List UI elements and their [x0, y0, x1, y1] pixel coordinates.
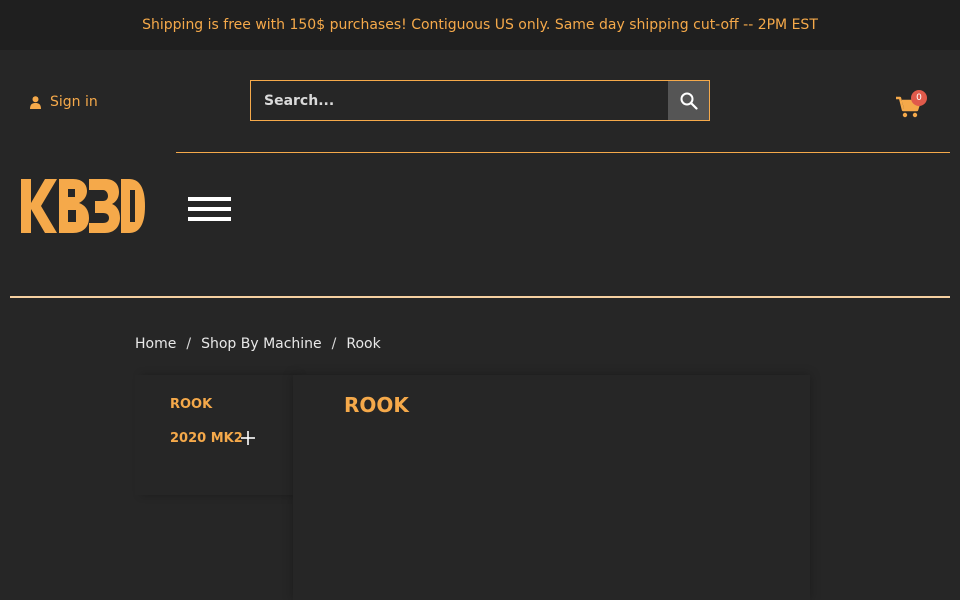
breadcrumb: Home / Shop By Machine / Rook — [135, 336, 381, 352]
category-title: ROOK — [344, 393, 409, 417]
announcement-bar: Shipping is free with 150$ purchases! Co… — [0, 0, 960, 50]
breadcrumb-home[interactable]: Home — [135, 336, 176, 352]
header-bottom-divider — [10, 296, 950, 298]
announcement-text: Shipping is free with 150$ purchases! Co… — [142, 17, 818, 33]
user-icon — [30, 95, 41, 109]
breadcrumb-shop-by-machine[interactable]: Shop By Machine — [201, 336, 322, 352]
sign-in-label: Sign in — [50, 94, 98, 110]
search-input[interactable] — [251, 81, 668, 120]
breadcrumb-current: Rook — [346, 336, 381, 352]
search-icon — [680, 92, 698, 110]
menu-toggle[interactable] — [188, 197, 231, 225]
sign-in-link[interactable]: Sign in — [30, 94, 98, 110]
hamburger-icon — [188, 197, 231, 221]
search-button[interactable] — [668, 81, 709, 120]
site-header: Sign in 0 — [0, 50, 960, 300]
cart-button[interactable]: 0 — [896, 90, 930, 120]
search-form — [250, 80, 710, 121]
cart-count-badge: 0 — [911, 90, 927, 106]
sidebar-item-rook[interactable]: ROOK — [170, 397, 212, 412]
category-sidebar: ROOK 2020 MK2 — [135, 375, 293, 495]
header-divider — [176, 152, 950, 153]
breadcrumb-separator: / — [186, 336, 192, 352]
category-content: ROOK — [293, 375, 810, 600]
sidebar-item-2020-mk2[interactable]: 2020 MK2 — [170, 431, 243, 446]
plus-icon[interactable] — [240, 430, 256, 446]
kb3d-logo[interactable] — [21, 177, 145, 235]
breadcrumb-separator: / — [331, 336, 337, 352]
